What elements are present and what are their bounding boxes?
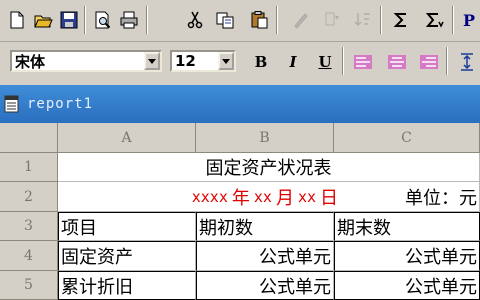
toolbar-separator — [380, 6, 382, 34]
align-center-button[interactable] — [384, 49, 410, 75]
chevron-down-icon[interactable] — [144, 52, 160, 70]
header-end-cell[interactable]: 期末数 — [334, 212, 480, 241]
toolbar-separator — [342, 47, 344, 75]
align-right-icon — [420, 55, 438, 69]
cut-button[interactable] — [182, 6, 208, 34]
standard-toolbar: P — [0, 0, 480, 42]
cut-icon — [187, 11, 203, 29]
sum-button[interactable] — [388, 6, 414, 34]
font-size-select[interactable]: 12 — [170, 50, 236, 72]
font-size-value: 12 — [175, 52, 196, 70]
column-header-c[interactable]: C — [334, 123, 480, 153]
new-document-button[interactable] — [4, 6, 30, 34]
row-height-button[interactable] — [454, 49, 480, 75]
document-title-bar[interactable]: report1 — [0, 85, 480, 123]
day-placeholder: xx — [297, 187, 316, 206]
print-preview-icon — [95, 11, 111, 29]
toolbar-separator — [452, 6, 454, 34]
end-value-cell[interactable]: 公式单元 — [334, 241, 480, 271]
function-icon — [425, 13, 444, 28]
new-document-icon — [10, 11, 24, 29]
copy-button[interactable] — [212, 6, 238, 34]
font-name-select[interactable]: 宋体 — [10, 50, 162, 72]
document-title: report1 — [27, 96, 94, 112]
copy-icon — [216, 12, 234, 29]
print-button[interactable] — [116, 6, 142, 34]
save-button[interactable] — [56, 6, 82, 34]
underline-button[interactable]: U — [312, 49, 338, 75]
unit-cell[interactable]: 单位：元 — [388, 182, 480, 212]
row-height-icon — [461, 53, 473, 71]
end-value-cell[interactable]: 公式单元 — [334, 271, 480, 300]
row-header-2[interactable]: 2 — [0, 182, 58, 212]
format-painter-button[interactable] — [288, 6, 314, 34]
print-icon — [120, 11, 138, 29]
function-button[interactable] — [422, 6, 448, 34]
row-header-1[interactable]: 1 — [0, 153, 58, 182]
toolbar-separator — [146, 6, 148, 34]
row-header-4[interactable]: 4 — [0, 241, 58, 271]
paste-button[interactable] — [246, 6, 272, 34]
more-button[interactable]: P — [458, 6, 480, 34]
align-left-icon — [354, 55, 372, 69]
format-painter-icon — [294, 13, 308, 29]
item-cell-depreciation[interactable]: 累计折旧 — [58, 271, 196, 300]
format-toolbar: 宋体 12 B I U — [0, 43, 480, 79]
align-left-button[interactable] — [350, 49, 376, 75]
bold-button[interactable]: B — [248, 49, 274, 75]
print-preview-button[interactable] — [90, 6, 116, 34]
align-right-button[interactable] — [416, 49, 442, 75]
toolbar-separator — [446, 47, 448, 75]
filter-icon — [325, 12, 339, 26]
report-grid[interactable]: A B C 1 2 3 4 5 固定资产状况表 xxxx 年 xx 月 xx 日… — [0, 123, 480, 300]
report-title-cell[interactable]: 固定资产状况表 — [58, 153, 480, 182]
month-placeholder: xx — [253, 187, 272, 206]
toolbar-separator — [84, 6, 86, 34]
item-cell-fixed-assets[interactable]: 固定资产 — [58, 241, 196, 271]
date-line-cell[interactable]: xxxx 年 xx 月 xx 日 — [58, 182, 396, 212]
header-item-cell[interactable]: 项目 — [58, 212, 196, 241]
column-header-a[interactable]: A — [58, 123, 196, 153]
italic-button[interactable]: I — [280, 49, 306, 75]
chevron-down-icon[interactable] — [218, 52, 234, 70]
header-begin-cell[interactable]: 期初数 — [196, 212, 334, 241]
align-center-icon — [388, 55, 406, 69]
begin-value-cell[interactable]: 公式单元 — [196, 241, 334, 271]
document-icon — [4, 95, 19, 113]
sort-button[interactable] — [350, 6, 376, 34]
select-all-corner[interactable] — [0, 123, 58, 153]
month-label: 月 — [275, 187, 294, 209]
year-placeholder: xxxx — [191, 187, 228, 206]
open-button[interactable] — [30, 6, 56, 34]
font-name-value: 宋体 — [15, 52, 46, 71]
row-header-5[interactable]: 5 — [0, 271, 58, 300]
row-header-3[interactable]: 3 — [0, 212, 58, 241]
sum-icon — [393, 13, 406, 27]
column-header-b[interactable]: B — [196, 123, 334, 153]
day-label: 日 — [320, 187, 338, 209]
filter-button[interactable] — [320, 6, 346, 34]
open-folder-icon — [34, 15, 53, 28]
save-icon — [60, 11, 78, 29]
paste-icon — [251, 11, 268, 29]
toolbar-separator — [276, 6, 278, 34]
sort-icon — [354, 13, 370, 27]
year-label: 年 — [231, 187, 250, 209]
begin-value-cell[interactable]: 公式单元 — [196, 271, 334, 300]
